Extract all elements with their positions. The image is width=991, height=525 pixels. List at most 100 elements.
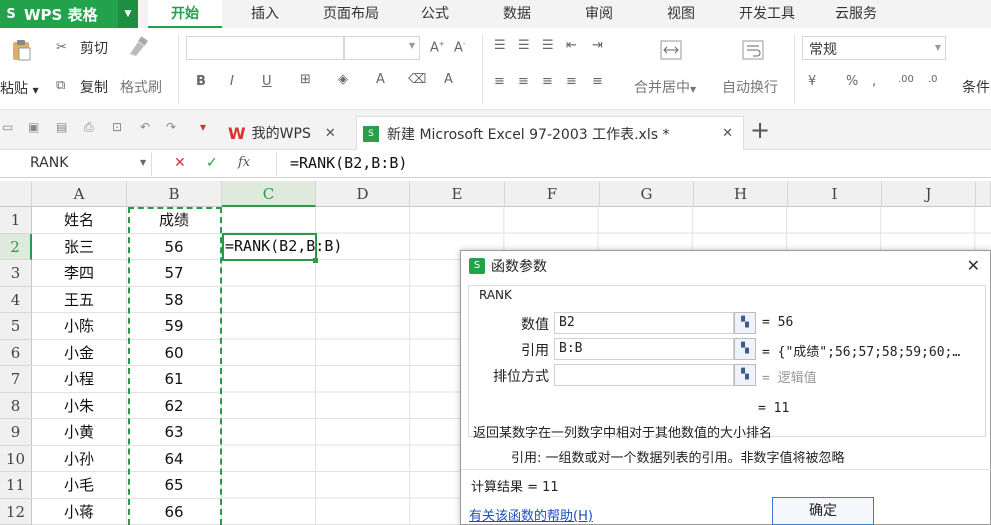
- cell-name[interactable]: 小金: [32, 339, 127, 366]
- increase-font-icon[interactable]: A+: [430, 40, 445, 55]
- tab-cloud[interactable]: 云服务: [820, 0, 892, 28]
- format-painter-button[interactable]: 格式刷: [120, 77, 162, 97]
- cell-name[interactable]: 小孙: [32, 445, 127, 472]
- align-bottom-icon[interactable]: ☰: [542, 38, 554, 53]
- clear-icon[interactable]: ⌫: [408, 72, 426, 87]
- open-icon[interactable]: ▭: [2, 120, 13, 134]
- cell-name[interactable]: 王五: [32, 286, 127, 313]
- font-name-select[interactable]: [186, 36, 344, 60]
- merge-center-button[interactable]: 合并居中▼: [634, 77, 696, 97]
- font-size-select[interactable]: ▼: [344, 36, 420, 60]
- decrease-decimal-icon[interactable]: .0: [928, 74, 938, 85]
- tab-insert[interactable]: 插入: [230, 0, 300, 28]
- indent-right-icon[interactable]: ⇥: [592, 38, 603, 53]
- close-icon[interactable]: ✕: [325, 126, 336, 141]
- range-picker-icon[interactable]: ▚: [734, 364, 756, 386]
- tab-formulas[interactable]: 公式: [405, 0, 465, 28]
- number-format-select[interactable]: 常规 ▼: [802, 36, 946, 60]
- row-header[interactable]: 12: [0, 498, 32, 525]
- range-picker-icon[interactable]: ▚: [734, 338, 756, 360]
- paste-icon[interactable]: [10, 38, 32, 62]
- chevron-down-icon[interactable]: ▼: [140, 158, 146, 167]
- row-header[interactable]: 6: [0, 339, 32, 366]
- indent-left-icon[interactable]: ⇤: [566, 38, 577, 53]
- align-right-icon[interactable]: ≡: [542, 74, 553, 89]
- arg-input-number[interactable]: B2: [554, 312, 734, 334]
- column-header-g[interactable]: G: [600, 181, 694, 207]
- chevron-down-icon[interactable]: ▼: [118, 0, 138, 28]
- app-menu-button[interactable]: S WPS 表格 ▼: [0, 0, 138, 28]
- column-header-c[interactable]: C: [222, 181, 316, 207]
- range-picker-icon[interactable]: ▚: [734, 312, 756, 334]
- cancel-icon[interactable]: ✕: [174, 155, 186, 171]
- close-icon[interactable]: ✕: [967, 256, 980, 275]
- column-header-b[interactable]: B: [127, 181, 222, 207]
- font-color-icon[interactable]: A: [376, 72, 385, 87]
- cell-name[interactable]: 小毛: [32, 472, 127, 499]
- align-middle-icon[interactable]: ☰: [518, 38, 530, 53]
- cell-name[interactable]: 小陈: [32, 313, 127, 340]
- column-header-a[interactable]: A: [32, 181, 127, 207]
- row-header[interactable]: 8: [0, 392, 32, 419]
- decrease-font-icon[interactable]: A-: [454, 40, 465, 55]
- select-all-corner[interactable]: [0, 181, 32, 207]
- tab-review[interactable]: 审阅: [569, 0, 629, 28]
- align-left-icon[interactable]: ≡: [494, 74, 505, 89]
- redo-icon[interactable]: ↷: [166, 120, 176, 134]
- increase-decimal-icon[interactable]: .00: [898, 74, 914, 85]
- row-header[interactable]: 4: [0, 286, 32, 313]
- ok-button[interactable]: 确定: [772, 497, 874, 525]
- cell-name[interactable]: 小程: [32, 366, 127, 393]
- column-header-h[interactable]: H: [694, 181, 788, 207]
- align-top-icon[interactable]: ☰: [494, 38, 506, 53]
- conditional-format-button[interactable]: 条件: [962, 77, 990, 97]
- tab-view[interactable]: 视图: [651, 0, 711, 28]
- cell-name[interactable]: 小黄: [32, 419, 127, 446]
- column-header-i[interactable]: I: [788, 181, 882, 207]
- tab-workbook[interactable]: S 新建 Microsoft Excel 97-2003 工作表.xls * ✕: [356, 116, 744, 150]
- column-header-j[interactable]: J: [882, 181, 976, 207]
- cell-name[interactable]: 小蒋: [32, 498, 127, 525]
- underline-icon[interactable]: U: [262, 74, 272, 89]
- save-icon[interactable]: ▣: [28, 120, 39, 134]
- paste-button[interactable]: 粘贴 ▼: [0, 78, 39, 98]
- fill-handle[interactable]: [313, 258, 318, 263]
- fill-color-icon[interactable]: ◈: [338, 72, 348, 87]
- tab-home[interactable]: 开始: [148, 0, 222, 28]
- comma-icon[interactable]: ,: [872, 74, 876, 89]
- wrap-text-button[interactable]: 自动换行: [722, 77, 778, 97]
- cut-button[interactable]: 剪切: [80, 38, 108, 58]
- formula-input[interactable]: =RANK(B2,B:B): [290, 154, 407, 172]
- row-header[interactable]: 1: [0, 207, 32, 234]
- distribute-icon[interactable]: ≡: [592, 74, 603, 89]
- align-center-icon[interactable]: ≡: [518, 74, 529, 89]
- customize-icon[interactable]: ▾: [200, 120, 206, 134]
- column-header-e[interactable]: E: [410, 181, 505, 207]
- row-header[interactable]: 10: [0, 445, 32, 472]
- italic-icon[interactable]: I: [230, 74, 234, 89]
- arg-input-ref[interactable]: B:B: [554, 338, 734, 360]
- tab-developer[interactable]: 开发工具: [728, 0, 806, 28]
- tab-data[interactable]: 数据: [487, 0, 547, 28]
- border-icon[interactable]: ⊞: [300, 72, 311, 87]
- column-header-f[interactable]: F: [505, 181, 600, 207]
- print-icon[interactable]: ⎙: [84, 120, 94, 135]
- export-icon[interactable]: ▤: [56, 120, 67, 134]
- close-icon[interactable]: ✕: [722, 126, 733, 141]
- arg-input-order[interactable]: [554, 364, 734, 386]
- undo-icon[interactable]: ↶: [140, 120, 150, 134]
- row-header[interactable]: 3: [0, 260, 32, 287]
- copy-button[interactable]: 复制: [80, 77, 108, 97]
- row-header[interactable]: 11: [0, 472, 32, 499]
- percent-icon[interactable]: %: [846, 74, 858, 89]
- column-header-d[interactable]: D: [316, 181, 410, 207]
- currency-icon[interactable]: ¥: [808, 74, 816, 89]
- bold-icon[interactable]: B: [196, 74, 206, 89]
- row-header[interactable]: 7: [0, 366, 32, 393]
- new-tab-icon[interactable]: +: [750, 116, 770, 144]
- text-effect-icon[interactable]: A: [444, 72, 453, 87]
- tab-my-wps[interactable]: W 我的WPS ✕: [228, 116, 336, 150]
- row-header[interactable]: 2: [0, 233, 32, 260]
- cell-a1[interactable]: 姓名: [32, 207, 127, 234]
- cell-name[interactable]: 张三: [32, 233, 127, 260]
